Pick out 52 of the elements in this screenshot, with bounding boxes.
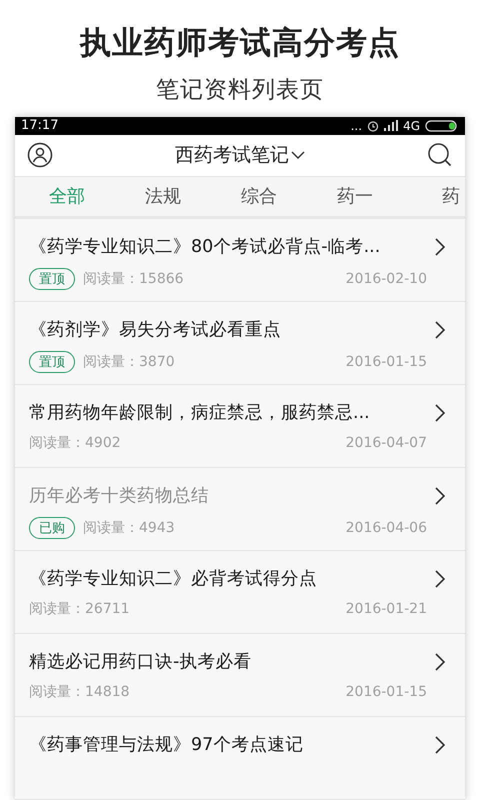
status-tag: 置顶 <box>29 268 75 290</box>
note-row[interactable]: 常用药物年龄限制，病症禁忌，服药禁忌... 阅读量：4902 2016-04-07 <box>15 384 465 468</box>
note-date: 2016-04-07 <box>346 434 427 451</box>
alarm-icon <box>367 120 380 132</box>
chevron-right-icon <box>435 238 445 256</box>
note-row[interactable]: 《药学专业知识二》必背考试得分点 阅读量：26711 2016-01-21 <box>15 550 465 634</box>
chevron-right-icon <box>435 486 445 505</box>
read-count: 阅读量：4943 <box>83 518 176 537</box>
note-row[interactable]: 《药学专业知识二》80个考试必背点-临考... 置顶 阅读量：15866 2016-02-10 <box>15 218 465 302</box>
note-title: 《药事管理与法规》97个考点速记 <box>29 734 304 756</box>
read-count: 阅读量：15866 <box>83 270 185 288</box>
note-row[interactable]: 精选必记用药口诀-执考必看 阅读量：14818 2016-01-15 <box>15 634 465 717</box>
note-title: 《药学专业知识二》必背考试得分点 <box>29 568 318 590</box>
category-tab[interactable]: 药 <box>403 184 465 208</box>
category-tab[interactable]: 药一 <box>307 184 403 208</box>
promo-title: 执业药师考试高分考点 <box>80 24 400 63</box>
search-icon[interactable] <box>427 142 453 168</box>
chevron-right-icon <box>435 404 445 422</box>
note-date: 2016-04-06 <box>346 520 427 536</box>
note-row[interactable]: 《药剂学》易失分考试必看重点 置顶 阅读量：3870 2016-01-15 <box>15 302 465 385</box>
chevron-right-icon <box>435 652 445 671</box>
promo-subtitle: 笔记资料列表页 <box>156 76 324 105</box>
note-date: 2016-01-15 <box>346 354 427 370</box>
category-tab[interactable]: 综合 <box>211 184 307 208</box>
header-title[interactable]: 西药考试笔记 <box>175 142 289 168</box>
category-tab[interactable]: 法规 <box>115 184 211 208</box>
signal-icon <box>384 120 398 132</box>
note-title: 《药剂学》易失分考试必看重点 <box>29 318 282 341</box>
note-title: 常用药物年龄限制，病症禁忌，服药禁忌... <box>29 402 371 424</box>
note-date: 2016-01-15 <box>346 684 427 700</box>
note-date: 2016-01-21 <box>346 600 427 617</box>
note-date: 2016-02-10 <box>346 270 427 287</box>
note-title: 精选必记用药口诀-执考必看 <box>29 650 252 673</box>
note-title: 历年必考十类药物总结 <box>29 484 210 507</box>
read-count: 阅读量：3870 <box>83 352 176 371</box>
network-type: 4G <box>403 118 420 133</box>
profile-icon[interactable] <box>27 142 53 168</box>
note-row[interactable]: 历年必考十类药物总结 已购 阅读量：4943 2016-04-06 <box>15 468 465 551</box>
note-title: 《药学专业知识二》80个考试必背点-临考... <box>29 236 382 258</box>
read-count: 阅读量：26711 <box>29 600 131 618</box>
status-time: 17:17 <box>21 118 60 134</box>
chevron-right-icon <box>435 736 445 754</box>
read-count: 阅读量：14818 <box>29 682 131 701</box>
read-count: 阅读量：4902 <box>29 434 122 452</box>
chevron-down-icon[interactable] <box>291 151 305 160</box>
note-row[interactable]: 《药事管理与法规》97个考点速记 <box>15 716 465 800</box>
status-dots: ... <box>350 118 362 133</box>
status-tag: 已购 <box>29 516 75 539</box>
battery-icon <box>425 120 459 132</box>
chevron-right-icon <box>435 570 445 588</box>
chevron-right-icon <box>435 320 445 339</box>
status-tag: 置顶 <box>29 350 75 373</box>
